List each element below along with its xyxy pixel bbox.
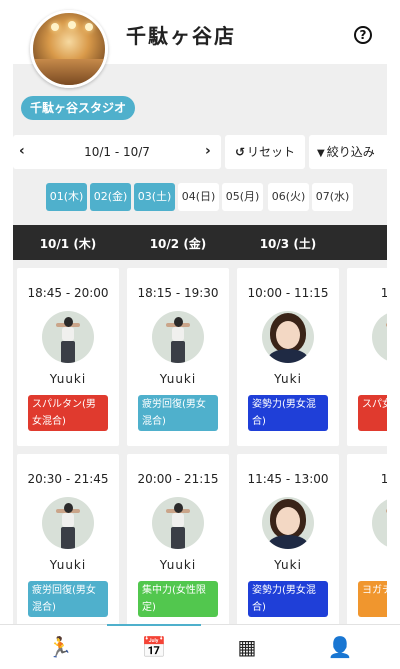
lesson-time: 20:00 - 21:15	[137, 472, 219, 486]
lesson-type-tag: ヨガチ(男	[358, 581, 387, 617]
week-navigator: ‹ 10/1 - 10/7 ›	[13, 135, 221, 169]
store-name: 千駄ヶ谷店	[126, 24, 236, 48]
lesson-time: 12:45	[380, 472, 387, 486]
instructor-avatar	[152, 311, 204, 363]
calendar-icon[interactable]: 📅	[139, 635, 169, 661]
filter-icon: ▼	[317, 148, 325, 159]
lesson-card[interactable]: 20:00 - 21:15 Yuuki 集中力(女性限定)	[127, 454, 229, 624]
lesson-time: 20:30 - 21:45	[27, 472, 109, 486]
instructor-avatar	[152, 497, 204, 549]
reset-icon: ↺	[234, 145, 246, 159]
lesson-type-tag: スパルタン(男女混合)	[28, 395, 108, 431]
instructor-avatar	[262, 311, 314, 363]
lesson-type-tag: 姿勢力(男女混合)	[248, 581, 328, 617]
lesson-card[interactable]: 18:15 - 19:30 Yuuki 疲労回復(男女混合)	[127, 268, 229, 446]
instructor-avatar	[42, 311, 94, 363]
lesson-time: 11:00	[380, 286, 387, 300]
day-chip[interactable]: 03(土)	[134, 183, 175, 211]
date-column-header: 10/1 (木)	[39, 237, 97, 251]
date-column-header: 10/	[343, 235, 387, 249]
date-header-bar: 10/1 (木) 10/2 (金) 10/3 (土) 10/	[13, 225, 387, 260]
filter-button[interactable]: ▼ 絞り込み	[309, 135, 387, 169]
reset-label: リセット	[247, 145, 296, 159]
lesson-type-tag: スパ女混	[358, 395, 387, 431]
user-profile-icon[interactable]: 👤	[325, 635, 355, 661]
instructor-name: Yuki	[274, 558, 302, 572]
reset-button[interactable]: ↺ リセット	[225, 135, 305, 169]
instructor-avatar	[42, 497, 94, 549]
studio-badge[interactable]: 千駄ヶ谷スタジオ	[21, 96, 136, 120]
lesson-card[interactable]: 11:00 Y スパ女混	[347, 268, 387, 446]
date-column-header: 10/3 (土)	[259, 237, 317, 251]
instructor-name: Y	[347, 372, 387, 386]
instructor-name: Yuki	[274, 372, 302, 386]
qr-code-icon[interactable]: ▦	[232, 635, 262, 661]
filter-label: 絞り込み	[326, 145, 375, 159]
instructor-name: Yuuki	[159, 372, 197, 386]
store-photo	[30, 10, 108, 88]
day-chip[interactable]: 02(金)	[90, 183, 131, 211]
lesson-time: 10:00 - 11:15	[247, 286, 329, 300]
instructor-name: Yuuki	[49, 372, 87, 386]
lesson-time: 18:45 - 20:00	[27, 286, 109, 300]
lesson-card[interactable]: 18:45 - 20:00 Yuuki スパルタン(男女混合)	[17, 268, 119, 446]
week-range: 10/1 - 10/7	[84, 145, 150, 159]
instructor-name: Yuuki	[49, 558, 87, 572]
instructor-name: Yuuki	[159, 558, 197, 572]
lesson-type-tag: 疲労回復(男女混合)	[28, 581, 108, 617]
chevron-right-icon[interactable]: ›	[205, 143, 211, 159]
running-person-icon[interactable]: 🏃	[45, 635, 75, 661]
lesson-type-tag: 集中力(女性限定)	[138, 581, 218, 617]
day-chip[interactable]: 05(月)	[222, 183, 263, 211]
lesson-type-tag: 疲労回復(男女混合)	[138, 395, 218, 431]
instructor-avatar	[372, 497, 387, 549]
active-tab-indicator	[107, 624, 201, 626]
question-circle-icon[interactable]: ?	[354, 26, 372, 44]
day-chip[interactable]: 01(木)	[46, 183, 87, 211]
schedule-area: 千駄ヶ谷スタジオ ‹ 10/1 - 10/7 › ↺ リセット ▼ 絞り込み 01(…	[13, 64, 387, 624]
instructor-avatar	[372, 311, 387, 363]
lesson-card[interactable]: 12:45 Y ヨガチ(男	[347, 454, 387, 624]
day-chip[interactable]: 07(水)	[312, 183, 353, 211]
lesson-card[interactable]: 10:00 - 11:15 Yuki 姿勢力(男女混合)	[237, 268, 339, 446]
instructor-avatar	[262, 497, 314, 549]
lesson-time: 18:15 - 19:30	[137, 286, 219, 300]
lesson-card[interactable]: 11:45 - 13:00 Yuki 姿勢力(男女混合)	[237, 454, 339, 624]
date-column-header: 10/2 (金)	[149, 237, 207, 251]
day-chip[interactable]: 04(日)	[178, 183, 219, 211]
instructor-name: Y	[347, 558, 387, 572]
bottom-navigation: 🏃 📅 ▦ 👤	[0, 624, 400, 669]
lesson-time: 11:45 - 13:00	[247, 472, 329, 486]
day-chip[interactable]: 06(火)	[268, 183, 309, 211]
lesson-type-tag: 姿勢力(男女混合)	[248, 395, 328, 431]
lesson-card[interactable]: 20:30 - 21:45 Yuuki 疲労回復(男女混合)	[17, 454, 119, 624]
